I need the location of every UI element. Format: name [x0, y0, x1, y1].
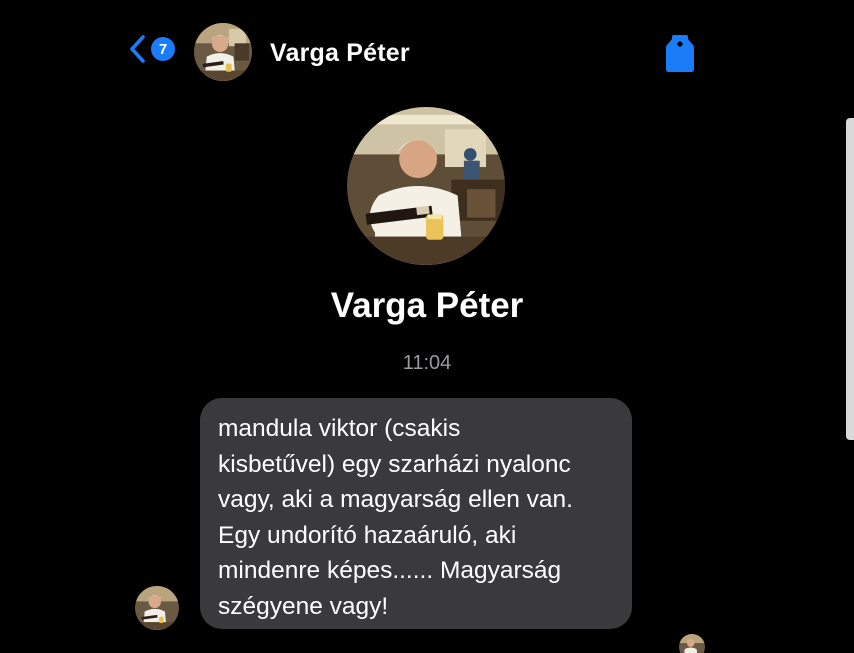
scrollbar[interactable]: [846, 118, 854, 440]
sender-avatar[interactable]: [135, 586, 179, 630]
read-receipt-avatar: [679, 634, 705, 653]
tag-icon[interactable]: [664, 33, 696, 73]
profile-photo[interactable]: [347, 107, 505, 265]
chat-screen: 7 Varga Péter Varga Péter 11:04 mandula …: [0, 0, 854, 653]
incoming-message-bubble[interactable]: mandula viktor (csakis kisbetűvel) egy s…: [200, 398, 632, 629]
back-button[interactable]: 7: [128, 34, 175, 64]
profile-name: Varga Péter: [330, 286, 524, 325]
unread-count-badge: 7: [151, 37, 175, 61]
contact-avatar[interactable]: [194, 23, 252, 81]
message-timestamp: 11:04: [402, 352, 452, 374]
chevron-left-icon: [130, 35, 145, 63]
chat-header: 7 Varga Péter: [0, 20, 854, 86]
contact-name[interactable]: Varga Péter: [270, 39, 410, 68]
